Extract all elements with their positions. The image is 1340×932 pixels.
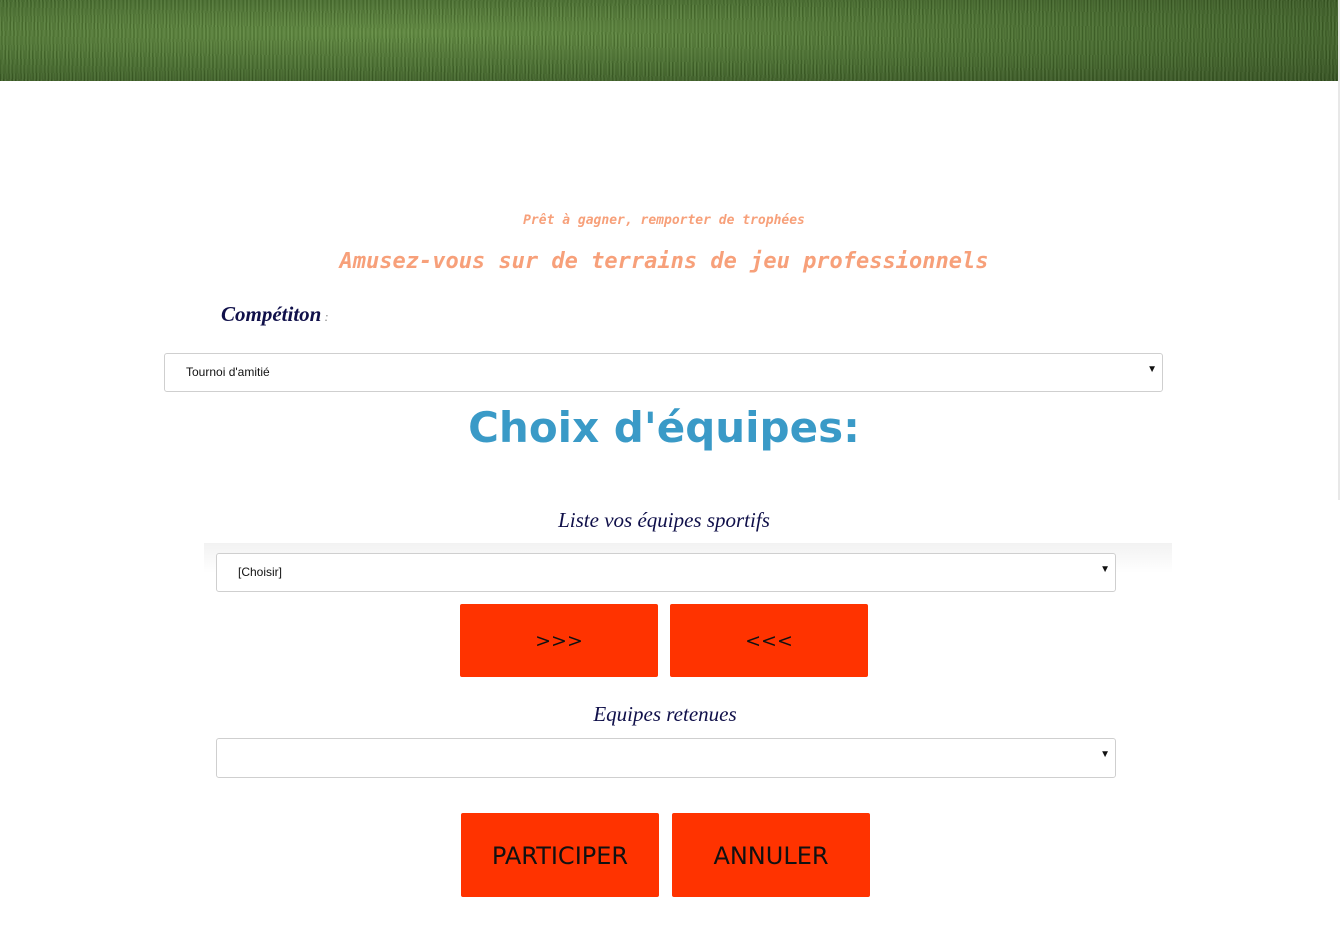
hero-headline: Amusez-vous sur de terrains de jeu profe… [339, 249, 989, 274]
cancel-button[interactable]: ANNULER [672, 813, 870, 897]
caret-down-icon: ▼ [1100, 564, 1110, 575]
teams-select[interactable]: [Choisir] ▼ [216, 553, 1116, 592]
retained-teams-label: Equipes retenues [593, 702, 737, 726]
remove-team-button[interactable]: <<< [670, 604, 868, 677]
competition-label: Compétiton: [221, 302, 329, 327]
caret-down-icon: ▼ [1147, 364, 1157, 375]
teams-section-title: Choix d'équipes: [468, 403, 860, 452]
competition-label-text: Compétiton [221, 302, 322, 326]
participate-button[interactable]: PARTICIPER [461, 813, 659, 897]
competition-select[interactable]: Tournoi d'amitié ▼ [164, 353, 1163, 392]
grass-banner-image [0, 0, 1338, 81]
competition-select-value: Tournoi d'amitié [186, 365, 270, 379]
teams-list-label: Liste vos équipes sportifs [558, 508, 770, 532]
competition-label-colon: : [324, 309, 329, 324]
teams-select-value: [Choisir] [238, 565, 283, 579]
add-team-button[interactable]: >>> [460, 604, 658, 677]
retained-teams-select[interactable]: ▼ [216, 738, 1116, 778]
caret-down-icon: ▼ [1100, 749, 1110, 760]
hero-tagline: Prêt à gagner, remporter de trophées [523, 213, 805, 228]
